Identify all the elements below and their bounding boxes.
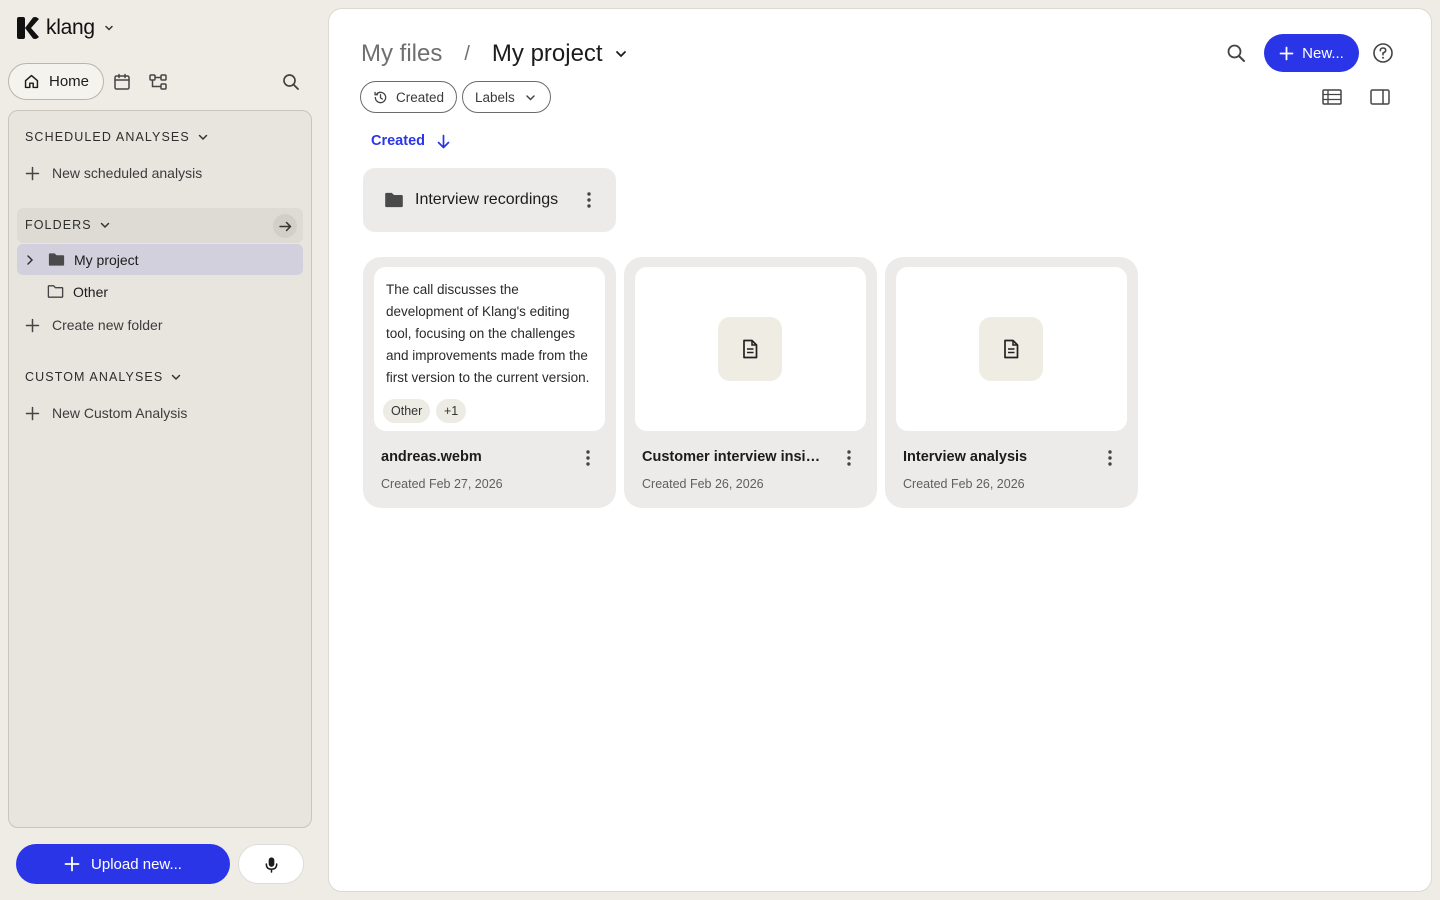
- search-icon[interactable]: [1225, 42, 1247, 64]
- sidebar-folder-my-project[interactable]: My project: [17, 244, 303, 275]
- created-filter-label: Created: [396, 89, 445, 105]
- main-content: My files / My project New... Created Lab: [328, 8, 1432, 892]
- labels-filter-chip[interactable]: Labels: [462, 81, 551, 113]
- folder-outline-icon: [47, 285, 64, 298]
- file-tag-more: +1: [436, 399, 467, 423]
- record-audio-button[interactable]: [238, 844, 304, 884]
- folders-heading: FOLDERS: [25, 218, 92, 232]
- breadcrumb-my-files[interactable]: My files: [361, 40, 442, 68]
- breadcrumb: My files / My project: [361, 39, 629, 69]
- sidebar-folder-label: Other: [73, 283, 109, 300]
- sort-label: Created: [371, 133, 425, 149]
- file-card[interactable]: Interview analysis Created Feb 26, 2026: [885, 257, 1138, 508]
- more-options-icon[interactable]: [579, 190, 599, 210]
- app-name: klang: [46, 16, 95, 39]
- open-folders-button[interactable]: [273, 214, 297, 238]
- kebab-dots: [1108, 450, 1112, 466]
- breadcrumb-separator: /: [464, 42, 470, 65]
- labels-filter-label: Labels: [475, 89, 515, 105]
- folder-filled-icon: [48, 253, 65, 266]
- chevron-down-icon: [172, 374, 181, 381]
- home-button[interactable]: Home: [8, 63, 104, 100]
- plus-icon: [64, 856, 80, 872]
- search-icon[interactable]: [281, 72, 301, 92]
- file-title: Customer interview insights: [642, 449, 827, 465]
- klang-logo-icon: [17, 17, 39, 39]
- breadcrumb-current-label: My project: [491, 40, 603, 67]
- arrow-right-icon: [278, 221, 291, 231]
- more-options-icon[interactable]: [839, 448, 859, 468]
- create-new-folder-button[interactable]: Create new folder: [25, 314, 163, 336]
- scheduled-analyses-heading: SCHEDULED ANALYSES: [25, 130, 190, 144]
- plus-icon: [25, 318, 40, 332]
- folder-filled-icon: [385, 192, 403, 208]
- workflow-icon[interactable]: [148, 72, 168, 92]
- create-new-folder-label: Create new folder: [52, 317, 163, 333]
- plus-icon: [25, 166, 40, 180]
- upload-new-label: Upload new...: [91, 855, 182, 873]
- kebab-dots: [847, 450, 851, 466]
- file-title: andreas.webm: [381, 449, 482, 465]
- file-card[interactable]: Customer interview insights Created Feb …: [624, 257, 877, 508]
- home-label: Home: [49, 73, 90, 90]
- kebab-dots: [587, 192, 591, 208]
- upload-new-button[interactable]: Upload new...: [16, 844, 230, 884]
- chevron-down-icon: [615, 51, 626, 58]
- chevron-down-icon: [104, 25, 113, 31]
- file-title: Interview analysis: [903, 449, 1028, 465]
- new-custom-analysis-button[interactable]: New Custom Analysis: [25, 402, 187, 424]
- arrow-down-icon: [437, 134, 450, 148]
- plus-icon: [1279, 46, 1294, 60]
- file-summary-text: The call discusses the development of Kl…: [386, 282, 590, 385]
- file-date: Created Feb 27, 2026: [381, 477, 503, 491]
- chevron-down-icon: [100, 222, 109, 229]
- new-scheduled-analysis-label: New scheduled analysis: [52, 165, 203, 181]
- document-icon: [1004, 339, 1019, 359]
- folder-card[interactable]: Interview recordings: [363, 168, 616, 232]
- sidebar-panel: SCHEDULED ANALYSES New scheduled analysi…: [8, 110, 312, 828]
- file-card[interactable]: The call discusses the development of Kl…: [363, 257, 616, 508]
- folder-card-name: Interview recordings: [415, 191, 559, 208]
- new-custom-analysis-label: New Custom Analysis: [52, 405, 188, 421]
- new-scheduled-analysis-button[interactable]: New scheduled analysis: [25, 162, 202, 184]
- more-options-icon[interactable]: [1100, 448, 1120, 468]
- list-view-icon[interactable]: [1321, 87, 1343, 107]
- document-icon: [743, 339, 758, 359]
- more-options-icon[interactable]: [578, 448, 598, 468]
- home-icon: [24, 74, 39, 89]
- nav-row: Home: [8, 63, 312, 100]
- file-preview: [896, 267, 1127, 431]
- folders-header[interactable]: FOLDERS: [25, 215, 112, 235]
- chevron-down-icon: [198, 134, 208, 141]
- plus-icon: [25, 406, 40, 420]
- file-preview: The call discusses the development of Kl…: [374, 267, 605, 431]
- file-date: Created Feb 26, 2026: [903, 477, 1025, 491]
- new-button[interactable]: New...: [1264, 34, 1359, 72]
- app-logo[interactable]: klang: [16, 14, 115, 42]
- document-tile: [718, 317, 782, 381]
- scheduled-analyses-header[interactable]: SCHEDULED ANALYSES: [25, 127, 210, 147]
- file-preview: [635, 267, 866, 431]
- sidebar-folder-label: My project: [74, 251, 139, 268]
- sort-control[interactable]: Created: [371, 131, 452, 151]
- file-date: Created Feb 26, 2026: [642, 477, 764, 491]
- created-filter-chip[interactable]: Created: [360, 81, 458, 113]
- sidebar-folder-other[interactable]: Other: [17, 276, 303, 307]
- chevron-right-icon[interactable]: [23, 253, 37, 267]
- side-panel-icon[interactable]: [1369, 87, 1391, 107]
- document-tile: [979, 317, 1043, 381]
- calendar-icon[interactable]: [112, 72, 132, 92]
- custom-analyses-header[interactable]: CUSTOM ANALYSES: [25, 367, 183, 387]
- help-icon[interactable]: [1372, 42, 1394, 64]
- history-icon: [374, 91, 387, 103]
- new-button-label: New...: [1302, 44, 1344, 62]
- chevron-down-icon: [526, 94, 535, 101]
- breadcrumb-current-project[interactable]: My project: [492, 40, 629, 68]
- microphone-icon: [265, 856, 277, 873]
- custom-analyses-heading: CUSTOM ANALYSES: [25, 370, 164, 384]
- kebab-dots: [586, 450, 590, 466]
- file-tag: Other: [383, 399, 431, 423]
